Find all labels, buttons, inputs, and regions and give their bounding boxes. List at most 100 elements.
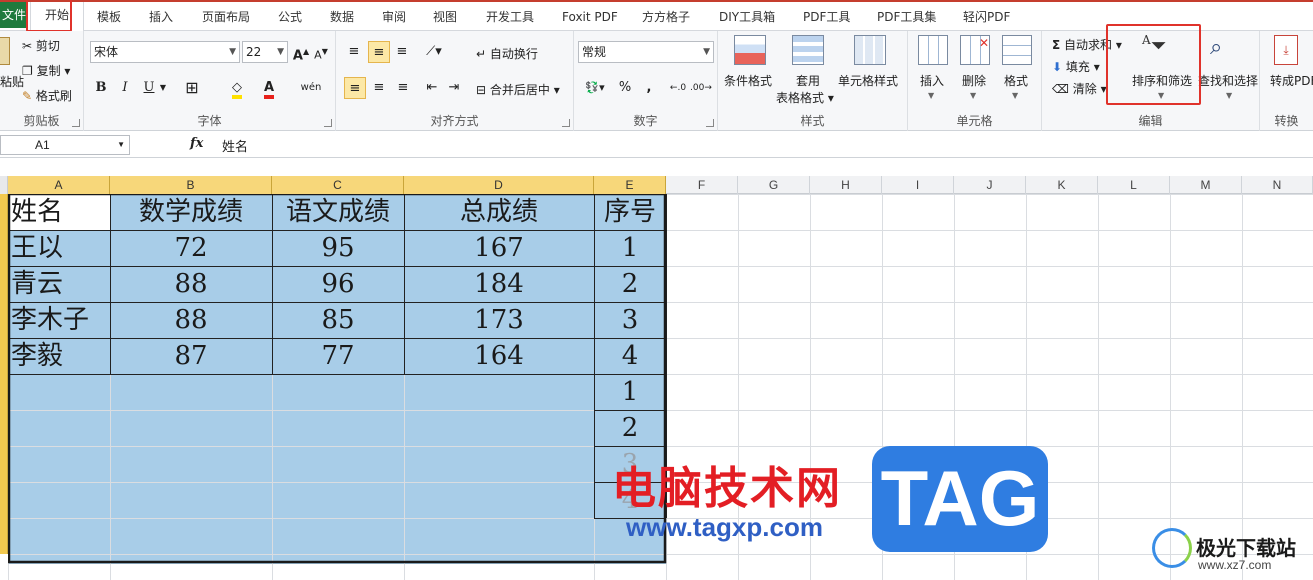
delete-cells-button[interactable]: 删除 bbox=[962, 72, 986, 89]
tab-file[interactable]: 文件 bbox=[0, 2, 28, 28]
align-middle-button[interactable]: ≡ bbox=[368, 41, 390, 63]
header-cell[interactable]: 姓名 bbox=[11, 195, 113, 229]
comma-button[interactable]: , bbox=[640, 77, 658, 99]
number-launcher-icon[interactable] bbox=[706, 119, 714, 127]
font-name-select[interactable]: 宋体 ▼ bbox=[90, 41, 240, 63]
borders-button[interactable]: ⊞ bbox=[180, 77, 204, 99]
convert-to-pdf-button[interactable]: 转成PDF bbox=[1270, 72, 1313, 89]
data-cell[interactable]: 王以 bbox=[11, 231, 113, 265]
data-cell[interactable]: 88 bbox=[110, 303, 272, 337]
select-all-corner[interactable] bbox=[0, 176, 8, 194]
bold-button[interactable]: B bbox=[92, 77, 110, 99]
font-color-button[interactable]: A bbox=[258, 77, 280, 99]
align-center-button[interactable]: ≡ bbox=[368, 77, 390, 99]
orientation-button[interactable]: ⟋▾ bbox=[422, 41, 446, 63]
formula-input[interactable]: 姓名 bbox=[222, 136, 248, 155]
column-header-k[interactable]: K bbox=[1026, 176, 1098, 194]
column-header-d[interactable]: D bbox=[404, 176, 594, 194]
column-header-b[interactable]: B bbox=[110, 176, 272, 194]
tab-page-layout[interactable]: 页面布局 bbox=[202, 6, 250, 30]
data-cell[interactable]: 72 bbox=[110, 231, 272, 265]
format-as-table-label[interactable]: 表格格式 ▾ bbox=[776, 89, 834, 106]
format-painter-button[interactable]: ✎ 格式刷 bbox=[22, 87, 72, 104]
data-cell[interactable]: 77 bbox=[272, 339, 404, 373]
font-launcher-icon[interactable] bbox=[324, 119, 332, 127]
column-header-m[interactable]: M bbox=[1170, 176, 1242, 194]
tab-pdf-tools[interactable]: PDF工具 bbox=[803, 6, 850, 30]
data-cell[interactable]: 88 bbox=[110, 267, 272, 301]
format-cells-button[interactable]: 格式 bbox=[1004, 72, 1028, 89]
align-right-button[interactable]: ≡ bbox=[392, 77, 414, 99]
underline-button[interactable]: U bbox=[140, 77, 158, 99]
conditional-format-button[interactable]: 条件格式 bbox=[724, 72, 772, 89]
tab-view[interactable]: 视图 bbox=[433, 6, 457, 30]
column-header-l[interactable]: L bbox=[1098, 176, 1170, 194]
increase-indent-button[interactable]: ⇥ bbox=[444, 77, 464, 99]
sequence-cell[interactable]: 2 bbox=[594, 411, 666, 445]
data-cell[interactable]: 4 bbox=[594, 339, 666, 373]
copy-button[interactable]: ❐ 复制 ▾ bbox=[22, 62, 70, 79]
column-header-i[interactable]: I bbox=[882, 176, 954, 194]
font-size-select[interactable]: 22 ▼ bbox=[242, 41, 288, 63]
column-header-g[interactable]: G bbox=[738, 176, 810, 194]
number-format-select[interactable]: 常规 ▼ bbox=[578, 41, 714, 63]
worksheet-grid[interactable]: ABCDEFGHIJKLMN 姓名 数学成绩 语文成绩 总成绩 序号 王以 72 95 167 1… bbox=[0, 176, 1313, 580]
data-cell[interactable]: 167 bbox=[404, 231, 594, 265]
align-left-button[interactable]: ≡ bbox=[344, 77, 366, 99]
sequence-cell[interactable]: 4 bbox=[594, 483, 666, 517]
tab-insert[interactable]: 插入 bbox=[149, 6, 173, 30]
insert-cells-button[interactable]: 插入 bbox=[920, 72, 944, 89]
tab-developer[interactable]: 开发工具 bbox=[486, 6, 534, 30]
phonetic-button[interactable]: wén bbox=[298, 77, 324, 99]
data-cell[interactable]: 173 bbox=[404, 303, 594, 337]
column-header-f[interactable]: F bbox=[666, 176, 738, 194]
paste-button[interactable]: 粘贴 bbox=[0, 73, 24, 90]
insert-function-icon[interactable]: fx bbox=[190, 136, 203, 151]
increase-decimal-button[interactable]: ←.0 bbox=[668, 77, 688, 99]
data-cell[interactable]: 2 bbox=[594, 267, 666, 301]
column-header-e[interactable]: E bbox=[594, 176, 666, 194]
tab-fangfang[interactable]: 方方格子 bbox=[642, 6, 690, 30]
data-cell[interactable]: 85 bbox=[272, 303, 404, 337]
tab-formulas[interactable]: 公式 bbox=[278, 6, 302, 30]
tab-pdf-toolset[interactable]: PDF工具集 bbox=[877, 6, 936, 30]
column-header-h[interactable]: H bbox=[810, 176, 882, 194]
column-header-j[interactable]: J bbox=[954, 176, 1026, 194]
data-cell[interactable]: 164 bbox=[404, 339, 594, 373]
header-cell[interactable]: 数学成绩 bbox=[110, 195, 272, 229]
percent-button[interactable]: % bbox=[616, 77, 634, 99]
sequence-cell[interactable]: 1 bbox=[594, 375, 666, 409]
fill-color-button[interactable]: ◇ bbox=[224, 77, 250, 99]
tab-foxit-pdf[interactable]: Foxit PDF bbox=[562, 6, 618, 30]
decrease-indent-button[interactable]: ⇤ bbox=[422, 77, 442, 99]
header-cell[interactable]: 总成绩 bbox=[404, 195, 594, 229]
align-top-button[interactable]: ≡ bbox=[344, 41, 364, 63]
align-bottom-button[interactable]: ≡ bbox=[392, 41, 412, 63]
wrap-text-button[interactable]: ↵ 自动换行 bbox=[476, 45, 538, 62]
data-cell[interactable]: 96 bbox=[272, 267, 404, 301]
data-cell[interactable]: 87 bbox=[110, 339, 272, 373]
column-header-c[interactable]: C bbox=[272, 176, 404, 194]
cut-button[interactable]: ✂ 剪切 bbox=[22, 37, 60, 54]
clipboard-launcher-icon[interactable] bbox=[72, 119, 80, 127]
merge-center-button[interactable]: ⊟ 合并后居中 ▾ bbox=[476, 81, 560, 98]
name-box[interactable]: A1 ▼ bbox=[0, 135, 130, 155]
data-cell[interactable]: 李毅 bbox=[11, 339, 113, 373]
chevron-down-icon[interactable]: ▼ bbox=[158, 77, 168, 99]
header-cell[interactable]: 序号 bbox=[594, 195, 666, 229]
data-cell[interactable]: 青云 bbox=[11, 267, 113, 301]
data-cell[interactable]: 95 bbox=[272, 231, 404, 265]
tab-data[interactable]: 数据 bbox=[330, 6, 354, 30]
data-cell[interactable]: 李木子 bbox=[11, 303, 113, 337]
alignment-launcher-icon[interactable] bbox=[562, 119, 570, 127]
shrink-font-button[interactable]: A▼ bbox=[312, 41, 330, 63]
fill-button[interactable]: ⬇ 填充 ▾ bbox=[1052, 58, 1100, 75]
italic-button[interactable]: I bbox=[116, 77, 134, 99]
tab-template[interactable]: 模板 bbox=[97, 6, 121, 30]
tab-diy-toolbox[interactable]: DIY工具箱 bbox=[719, 6, 775, 30]
tab-review[interactable]: 审阅 bbox=[382, 6, 406, 30]
data-cell[interactable]: 184 bbox=[404, 267, 594, 301]
currency-button[interactable]: 💱▾ bbox=[582, 77, 608, 99]
tab-lightflash-pdf[interactable]: 轻闪PDF bbox=[963, 6, 1010, 30]
header-cell[interactable]: 语文成绩 bbox=[272, 195, 404, 229]
